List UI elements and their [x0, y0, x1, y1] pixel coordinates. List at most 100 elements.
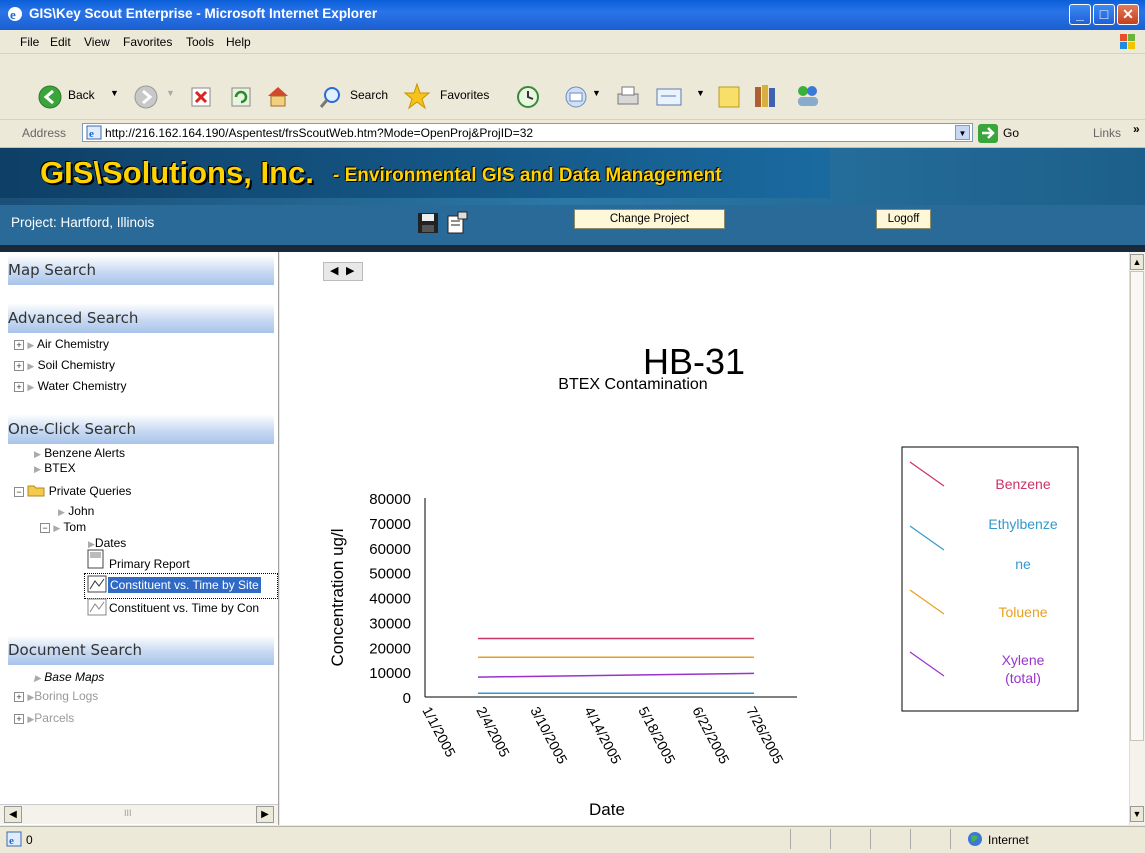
- horizontal-scrollbar[interactable]: [0, 804, 278, 824]
- tree-item-base-maps[interactable]: ▶ Base Maps: [34, 670, 104, 684]
- home-icon[interactable]: [265, 84, 291, 108]
- y-axis-label: Concentration ug/l: [328, 529, 347, 667]
- links-button[interactable]: Links: [1093, 126, 1121, 140]
- forward-dropdown-icon[interactable]: ▼: [166, 88, 175, 98]
- search-icon[interactable]: [318, 84, 344, 110]
- tree-item-water-chemistry[interactable]: + ▶ Water Chemistry: [14, 379, 127, 393]
- edit-dropdown-icon[interactable]: ▼: [696, 88, 705, 98]
- close-button[interactable]: ✕: [1117, 4, 1139, 25]
- document-search-label: Document Search: [8, 641, 143, 659]
- windows-logo-icon: [1120, 34, 1135, 49]
- y-tick-label: 50000: [369, 566, 411, 583]
- advanced-search-label: Advanced Search: [8, 309, 139, 327]
- expand-icon[interactable]: +: [14, 692, 24, 702]
- svg-text:e: e: [89, 128, 94, 140]
- menu-edit[interactable]: Edit: [50, 35, 71, 49]
- legend-label: ne: [1015, 556, 1031, 572]
- edit-icon[interactable]: [654, 84, 684, 110]
- arrow-icon: ▶: [27, 361, 35, 371]
- stop-icon[interactable]: [190, 86, 212, 108]
- mail-icon[interactable]: [562, 84, 590, 110]
- x-tick-label: 5/18/2005: [635, 704, 678, 767]
- research-icon[interactable]: [752, 82, 780, 110]
- y-tick-label: 40000: [369, 591, 411, 608]
- go-button[interactable]: Go: [1003, 126, 1019, 140]
- address-dropdown-icon[interactable]: ▼: [955, 125, 970, 140]
- print-icon[interactable]: [614, 84, 642, 110]
- messenger-icon[interactable]: [793, 82, 823, 110]
- tree-item-constituent-vs-time-by-site[interactable]: Constituent vs. Time by Site: [108, 577, 261, 593]
- tree-item-label: Constituent vs. Time by Con: [109, 601, 260, 615]
- x-tick-label: 6/22/2005: [689, 704, 732, 767]
- collapse-icon[interactable]: −: [14, 487, 24, 497]
- map-search-header[interactable]: Map Search: [8, 255, 274, 285]
- menu-file[interactable]: File: [20, 35, 39, 49]
- address-field[interactable]: e http://216.162.164.190/Aspentest/frsSc…: [82, 123, 973, 142]
- scroll-right-icon[interactable]: ▶: [256, 806, 274, 823]
- tree-item-benzene-alerts[interactable]: ▶ Benzene Alerts: [34, 446, 125, 460]
- expand-icon[interactable]: +: [14, 361, 24, 371]
- maximize-button[interactable]: □: [1093, 4, 1115, 25]
- discuss-icon[interactable]: [716, 84, 742, 110]
- mail-dropdown-icon[interactable]: ▼: [592, 88, 601, 98]
- tree-item-label: Primary Report: [109, 557, 190, 571]
- links-chevron-icon[interactable]: »: [1133, 122, 1140, 136]
- title-bar: e GIS\Key Scout Enterprise - Microsoft I…: [0, 0, 1145, 30]
- tree-item-constituent-vs-time-by-con[interactable]: Constituent vs. Time by Con: [109, 601, 259, 615]
- back-dropdown-icon[interactable]: ▼: [110, 88, 119, 98]
- separator-bar: [0, 245, 1145, 252]
- favorites-star-icon[interactable]: [403, 82, 431, 110]
- y-tick-label: 20000: [369, 640, 411, 657]
- expand-icon[interactable]: +: [14, 382, 24, 392]
- tree-item-air-chemistry[interactable]: + ▶ Air Chemistry: [14, 337, 109, 351]
- series-line: [477, 672, 755, 678]
- menu-help[interactable]: Help: [226, 35, 251, 49]
- forward-arrow-icon[interactable]: [133, 84, 159, 110]
- y-tick-label: 60000: [369, 541, 411, 558]
- tree-item-private-queries[interactable]: − Private Queries: [14, 484, 131, 498]
- vertical-scroll-thumb[interactable]: [1130, 271, 1144, 741]
- arrow-icon: ▶: [53, 523, 61, 533]
- x-tick-label: 7/26/2005: [743, 704, 786, 767]
- search-button[interactable]: Search: [350, 88, 388, 102]
- scroll-left-icon[interactable]: ◀: [4, 806, 22, 823]
- menu-favorites[interactable]: Favorites: [123, 35, 172, 49]
- expand-icon[interactable]: +: [14, 340, 24, 350]
- scroll-thumb-grip[interactable]: III: [124, 808, 132, 818]
- x-axis-label: Date: [589, 800, 625, 819]
- y-tick-label: 30000: [369, 615, 411, 632]
- status-divider: [790, 829, 791, 849]
- back-arrow-icon[interactable]: [37, 84, 63, 110]
- logoff-button[interactable]: Logoff: [876, 209, 931, 229]
- document-search-header[interactable]: Document Search: [8, 635, 274, 665]
- tree-item-tom[interactable]: − ▶ Tom: [40, 520, 86, 534]
- favorites-button[interactable]: Favorites: [440, 88, 489, 102]
- menu-tools[interactable]: Tools: [186, 35, 214, 49]
- map-search-label: Map Search: [8, 261, 96, 279]
- tree-item-boring-logs[interactable]: + ▶Boring Logs: [14, 689, 98, 703]
- back-button[interactable]: Back: [68, 88, 95, 102]
- tree-item-soil-chemistry[interactable]: + ▶ Soil Chemistry: [14, 358, 115, 372]
- tree-item-btex[interactable]: ▶ BTEX: [34, 461, 76, 475]
- save-icon[interactable]: [417, 212, 439, 234]
- menu-view[interactable]: View: [84, 35, 110, 49]
- minimize-button[interactable]: _: [1069, 4, 1091, 25]
- tree-item-primary-report[interactable]: Primary Report: [109, 557, 190, 571]
- scroll-up-icon[interactable]: ▲: [1130, 254, 1144, 270]
- change-project-button[interactable]: Change Project: [574, 209, 725, 229]
- folder-icon: [27, 485, 45, 497]
- tree-item-dates[interactable]: ▶Dates: [88, 536, 126, 550]
- advanced-search-header[interactable]: Advanced Search: [8, 303, 274, 333]
- scroll-down-icon[interactable]: ▼: [1130, 806, 1144, 822]
- tree-item-parcels[interactable]: + ▶Parcels: [14, 711, 74, 725]
- collapse-icon[interactable]: −: [40, 523, 50, 533]
- history-icon[interactable]: [515, 84, 541, 110]
- window-title: GIS\Key Scout Enterprise - Microsoft Int…: [29, 6, 378, 21]
- expand-icon[interactable]: +: [14, 714, 24, 724]
- tree-item-label: Benzene Alerts: [44, 446, 125, 460]
- one-click-search-header[interactable]: One-Click Search: [8, 414, 274, 444]
- properties-icon[interactable]: [445, 211, 469, 235]
- tree-item-john[interactable]: ▶ John: [58, 504, 94, 518]
- refresh-icon[interactable]: [230, 86, 252, 108]
- go-arrow-icon[interactable]: [978, 124, 998, 143]
